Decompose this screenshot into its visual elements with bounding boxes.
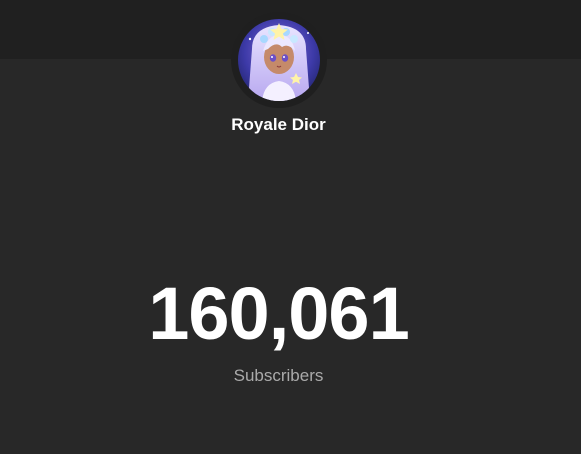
channel-name[interactable]: Royale Dior [0, 115, 557, 135]
subscriber-count: 160,061 [148, 272, 410, 355]
anime-character-avatar-icon [238, 19, 320, 101]
channel-avatar[interactable] [238, 19, 320, 101]
subscriber-counter-page: Royale Dior 160,061 Subscribers [0, 0, 581, 454]
subscriber-label: Subscribers [233, 366, 324, 385]
